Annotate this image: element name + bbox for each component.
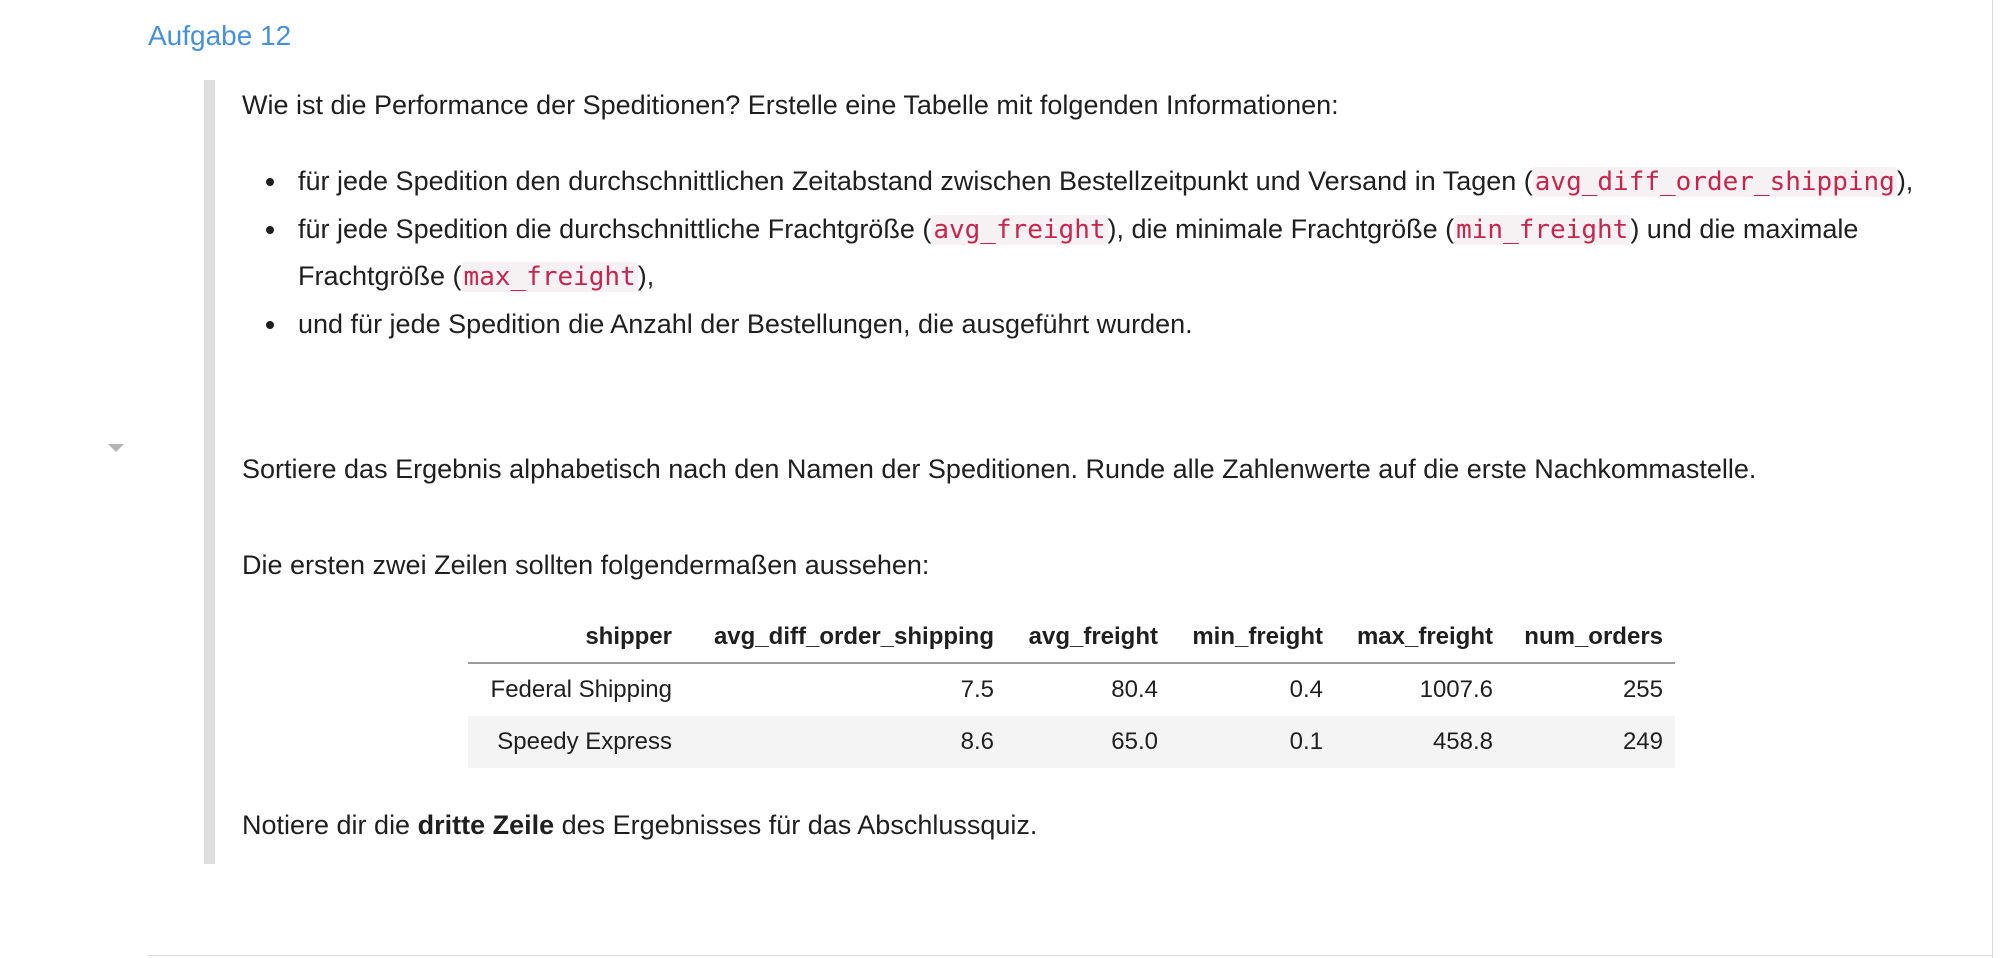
column-header-num-orders: num_orders	[1505, 612, 1675, 664]
table-row: Federal Shipping 7.5 80.4 0.4 1007.6 255	[468, 663, 1675, 716]
table-cell: 249	[1505, 716, 1675, 768]
example-result-table: shipper avg_diff_order_shipping avg_frei…	[468, 612, 1675, 768]
table-header-row: shipper avg_diff_order_shipping avg_frei…	[468, 612, 1675, 664]
final-text: Notiere dir die	[242, 810, 418, 840]
final-instruction: Notiere dir die dritte Zeile des Ergebni…	[242, 802, 1942, 848]
table-cell: 255	[1622, 676, 1663, 703]
list-item: und für jede Spedition die Anzahl der Be…	[266, 301, 1918, 347]
table-row: Speedy Express 8.6 65.0 0.1 458.8 249	[468, 716, 1675, 768]
list-item: für jede Spedition den durchschnittliche…	[266, 158, 1918, 205]
code-max-freight: max_freight	[461, 262, 638, 292]
table-cell: 458.8	[1335, 716, 1505, 768]
table-cell: 65.0	[1006, 716, 1170, 768]
code-min-freight: min_freight	[1454, 215, 1631, 245]
table-cell: 1007.6	[1419, 676, 1493, 703]
code-avg-freight: avg_freight	[931, 215, 1108, 245]
list-item-text: ),	[1896, 166, 1914, 196]
list-item-text: für jede Spedition den durchschnittliche…	[298, 166, 1533, 196]
chevron-down-icon[interactable]	[108, 444, 124, 452]
table-cell-shipper: Speedy Express	[468, 716, 684, 768]
list-item-text: ),	[637, 261, 655, 291]
table-cell: 80.4	[1111, 676, 1158, 703]
scrollbar-divider	[1992, 0, 1993, 958]
blockquote-bar	[204, 80, 215, 864]
cell-divider	[148, 955, 1992, 956]
final-text: des Ergebnisses für das Abschlussquiz.	[554, 810, 1038, 840]
code-avg-diff-order-shipping: avg_diff_order_shipping	[1532, 167, 1897, 197]
column-header-avg-diff-order-shipping: avg_diff_order_shipping	[684, 612, 1006, 664]
column-header-max-freight: max_freight	[1335, 612, 1505, 664]
task-intro: Wie ist die Performance der Speditionen?…	[242, 90, 1339, 120]
list-item: für jede Spedition die durchschnittliche…	[266, 206, 1918, 300]
table-cell: 0.1	[1170, 716, 1335, 768]
final-emphasis: dritte Zeile	[417, 810, 555, 840]
table-cell: 7.5	[960, 676, 994, 703]
list-item-text: ), die minimale Frachtgröße (	[1107, 214, 1455, 244]
column-header-avg-freight: avg_freight	[1006, 612, 1170, 664]
task-heading: Aufgabe 12	[148, 20, 292, 51]
sort-instruction: Sortiere das Ergebnis alphabetisch nach …	[242, 454, 1757, 484]
list-item-text: für jede Spedition die durchschnittliche…	[298, 214, 932, 244]
table-cell: 0.4	[1289, 676, 1323, 703]
column-header-min-freight: min_freight	[1170, 612, 1335, 664]
requirements-list: für jede Spedition den durchschnittliche…	[242, 158, 1918, 348]
table-cell: 8.6	[684, 716, 1006, 768]
list-item-text: und für jede Spedition die Anzahl der Be…	[298, 309, 1193, 339]
column-header-shipper: shipper	[468, 612, 684, 664]
notebook-page: Aufgabe 12 Wie ist die Performance der S…	[0, 0, 2000, 958]
table-cell-shipper: Federal Shipping	[490, 676, 672, 703]
example-rows-intro: Die ersten zwei Zeilen sollten folgender…	[242, 550, 930, 580]
